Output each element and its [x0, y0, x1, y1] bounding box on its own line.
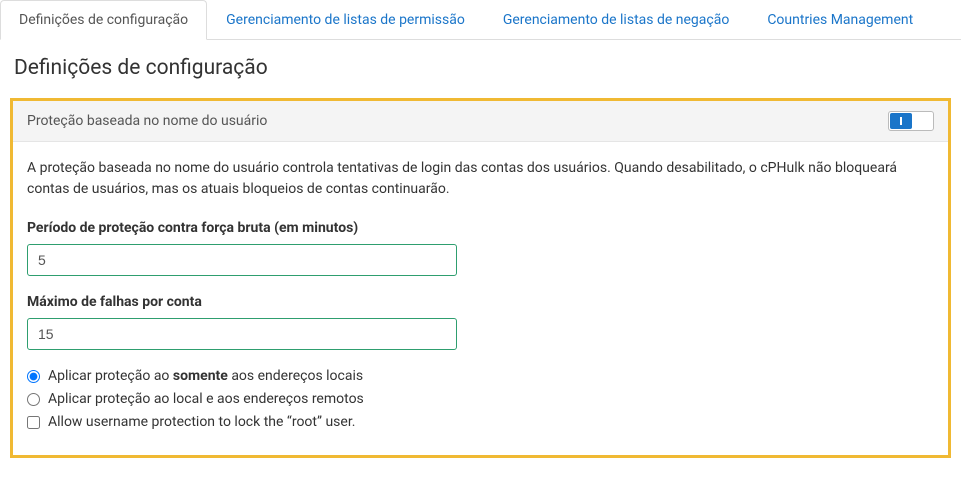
radio-local-only-row: Aplicar proteção ao somente aos endereço… — [27, 368, 934, 384]
brute-force-period-input[interactable] — [27, 244, 457, 276]
lock-root-label[interactable]: Allow username protection to lock the “r… — [48, 414, 355, 430]
radio-local-pre: Aplicar proteção ao — [48, 368, 173, 384]
panel-header-title: Proteção baseada no nome do usuário — [27, 113, 267, 129]
username-protection-panel: Proteção baseada no nome do usuário A pr… — [10, 98, 951, 458]
tab-blacklist[interactable]: Gerenciamento de listas de negação — [484, 0, 748, 39]
radio-local-post: aos endereços locais — [228, 368, 363, 384]
lock-root-row: Allow username protection to lock the “r… — [27, 414, 934, 430]
toggle-on-icon — [890, 113, 912, 129]
radio-local-bold: somente — [173, 368, 228, 384]
tab-whitelist[interactable]: Gerenciamento de listas de permissão — [207, 0, 484, 39]
radio-local-remote-row: Aplicar proteção ao local e aos endereço… — [27, 391, 934, 407]
radio-local-only[interactable] — [27, 370, 40, 383]
tab-config[interactable]: Definições de configuração — [0, 0, 207, 40]
protection-toggle[interactable] — [888, 111, 934, 131]
radio-local-only-label[interactable]: Aplicar proteção ao somente aos endereço… — [48, 368, 363, 384]
brute-force-period-label: Período de proteção contra força bruta (… — [27, 220, 934, 236]
max-failures-input[interactable] — [27, 318, 457, 350]
tabs-bar: Definições de configuração Gerenciamento… — [0, 0, 961, 40]
lock-root-checkbox[interactable] — [27, 416, 40, 429]
panel-body: A proteção baseada no nome do usuário co… — [13, 142, 948, 455]
radio-local-remote-label[interactable]: Aplicar proteção ao local e aos endereço… — [48, 391, 364, 407]
max-failures-label: Máximo de falhas por conta — [27, 294, 934, 310]
tab-countries[interactable]: Countries Management — [748, 0, 932, 39]
page-title: Definições de configuração — [0, 40, 961, 98]
protection-description: A proteção baseada no nome do usuário co… — [27, 158, 934, 200]
radio-local-remote[interactable] — [27, 393, 40, 406]
panel-header: Proteção baseada no nome do usuário — [13, 101, 948, 142]
